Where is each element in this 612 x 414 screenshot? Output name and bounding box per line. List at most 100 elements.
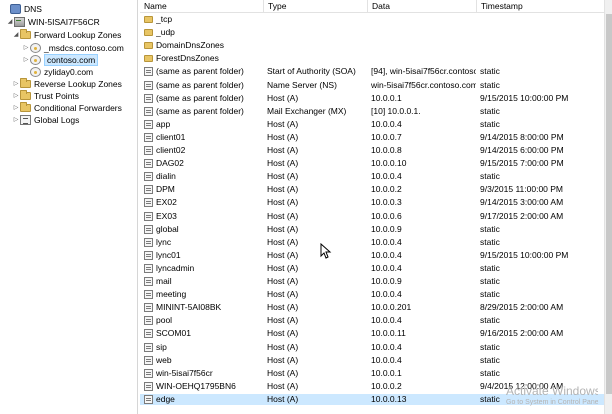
folder-icon bbox=[144, 16, 153, 23]
record-name: lync01 bbox=[156, 249, 181, 260]
record-data: 10.0.0.13 bbox=[371, 393, 407, 404]
table-row[interactable]: win-5isai7f56cr Host (A) 10.0.0.1 static bbox=[140, 368, 612, 379]
dns-record-icon bbox=[144, 342, 153, 352]
record-data: 10.0.0.7 bbox=[371, 131, 402, 142]
table-row[interactable]: _udp bbox=[140, 27, 612, 38]
record-type: Host (A) bbox=[267, 158, 299, 169]
record-timestamp: static bbox=[480, 262, 500, 273]
record-name: client01 bbox=[156, 131, 186, 142]
table-row[interactable]: (same as parent folder) Mail Exchanger (M… bbox=[140, 106, 612, 117]
tree-item[interactable]: ◢ Forward Lookup Zones bbox=[12, 28, 121, 41]
table-row[interactable]: EX03 Host (A) 10.0.0.6 9/17/2015 2:00:00 AM bbox=[140, 211, 612, 222]
table-row[interactable]: client01 Host (A) 10.0.0.7 9/14/2015 8:00:0… bbox=[140, 132, 612, 143]
table-row[interactable]: (same as parent folder) Host (A) 10.0.0.1 9… bbox=[140, 93, 612, 104]
zone-icon bbox=[30, 54, 41, 65]
folder-icon bbox=[20, 78, 31, 88]
table-row[interactable]: DPM Host (A) 10.0.0.2 9/3/2015 11:00:00 PM bbox=[140, 184, 612, 195]
record-timestamp: static bbox=[480, 393, 500, 404]
record-data: 10.0.0.9 bbox=[371, 223, 402, 234]
table-row[interactable]: lync Host (A) 10.0.0.4 static bbox=[140, 237, 612, 248]
expand-arrow-icon[interactable]: ▷ bbox=[12, 113, 20, 126]
table-row[interactable]: meeting Host (A) 10.0.0.4 static bbox=[140, 289, 612, 300]
expand-arrow-icon[interactable]: ◢ bbox=[12, 28, 20, 41]
table-row[interactable]: EX02 Host (A) 10.0.0.3 9/14/2015 3:00:00 AM bbox=[140, 197, 612, 208]
record-timestamp: 8/29/2015 2:00:00 AM bbox=[480, 302, 564, 313]
vertical-scrollbar[interactable] bbox=[604, 0, 612, 414]
table-row[interactable]: MININT-5AI08BK Host (A) 10.0.0.201 8/29/201… bbox=[140, 302, 612, 313]
table-row[interactable]: (same as parent folder) Name Server (NS) w… bbox=[140, 80, 612, 91]
record-data: 10.0.0.4 bbox=[371, 262, 402, 273]
table-row[interactable]: client02 Host (A) 10.0.0.8 9/14/2015 6:00:0… bbox=[140, 145, 612, 156]
record-type: Host (A) bbox=[267, 354, 299, 365]
table-row[interactable]: global Host (A) 10.0.0.9 static bbox=[140, 224, 612, 235]
record-type: Host (A) bbox=[267, 118, 299, 129]
tree-item[interactable]: DNS bbox=[2, 2, 42, 15]
table-row[interactable]: SCOM01 Host (A) 10.0.0.11 9/16/2015 2:00:00… bbox=[140, 328, 612, 339]
table-row[interactable]: WIN-OEHQ1795BN6 Host (A) 10.0.0.2 9/4/2015 … bbox=[140, 381, 612, 392]
column-header-type[interactable]: Type bbox=[264, 0, 368, 13]
scrollbar-thumb[interactable] bbox=[606, 14, 612, 394]
dns-record-icon bbox=[144, 93, 153, 103]
record-type: Host (A) bbox=[267, 197, 299, 208]
record-name: DomainDnsZones bbox=[156, 40, 225, 51]
expand-arrow-icon[interactable]: ◢ bbox=[6, 15, 14, 28]
table-row[interactable]: lync01 Host (A) 10.0.0.4 9/15/2015 10:00:00… bbox=[140, 250, 612, 261]
column-header-name[interactable]: Name bbox=[140, 0, 264, 13]
record-type: Host (A) bbox=[267, 393, 299, 404]
record-type bbox=[267, 53, 367, 64]
record-timestamp: 9/4/2015 12:00:00 AM bbox=[480, 380, 564, 391]
record-type: Host (A) bbox=[267, 171, 299, 182]
table-row[interactable]: pool Host (A) 10.0.0.4 static bbox=[140, 315, 612, 326]
record-name: SCOM01 bbox=[156, 328, 191, 339]
record-type: Host (A) bbox=[267, 236, 299, 247]
tree-item-label: Reverse Lookup Zones bbox=[34, 78, 122, 89]
record-name: (same as parent folder) bbox=[156, 66, 244, 77]
record-timestamp: 9/16/2015 2:00:00 AM bbox=[480, 328, 564, 339]
record-name: (same as parent folder) bbox=[156, 79, 244, 90]
table-row[interactable]: mail Host (A) 10.0.0.9 static bbox=[140, 276, 612, 287]
dns-record-icon bbox=[144, 394, 153, 404]
record-data: 10.0.0.2 bbox=[371, 380, 402, 391]
dns-record-icon bbox=[144, 146, 153, 155]
tree-item[interactable]: ◢ WIN-5ISAI7F56CR bbox=[6, 15, 100, 28]
column-header-timestamp[interactable]: Timestamp bbox=[477, 0, 604, 13]
record-type: Host (A) bbox=[267, 131, 299, 142]
dns-record-icon bbox=[144, 172, 153, 182]
record-type bbox=[267, 14, 367, 25]
folder-icon bbox=[20, 29, 31, 39]
record-type: Host (A) bbox=[267, 328, 299, 339]
record-data: 10.0.0.3 bbox=[371, 197, 402, 208]
tree-item[interactable]: ▷ Global Logs bbox=[12, 113, 79, 126]
record-timestamp: static bbox=[480, 289, 500, 300]
record-name: meeting bbox=[156, 289, 187, 300]
record-timestamp: static bbox=[480, 315, 500, 326]
table-row[interactable]: edge Host (A) 10.0.0.13 static bbox=[140, 393, 612, 405]
tree-item-label: WIN-5ISAI7F56CR bbox=[28, 16, 100, 27]
table-row[interactable]: (same as parent folder) Start of Authorit… bbox=[140, 66, 612, 77]
table-row[interactable]: web Host (A) 10.0.0.4 static bbox=[140, 355, 612, 366]
record-data: 10.0.0.201 bbox=[371, 302, 412, 313]
record-timestamp: static bbox=[480, 354, 500, 365]
log-icon bbox=[20, 114, 31, 125]
record-type: Host (A) bbox=[267, 289, 299, 300]
dns-record-icon bbox=[144, 250, 153, 260]
table-row[interactable]: dialin Host (A) 10.0.0.4 static bbox=[140, 171, 612, 182]
table-row[interactable]: sip Host (A) 10.0.0.4 static bbox=[140, 342, 612, 353]
record-type: Host (A) bbox=[267, 315, 299, 326]
record-data: [10] 10.0.0.1. bbox=[371, 105, 421, 116]
records-list: Name Type Data Timestamp _tcp _udp DomainD… bbox=[140, 0, 612, 414]
zone-icon bbox=[30, 66, 41, 77]
record-name: app bbox=[156, 118, 171, 129]
record-data: win-5isai7f56cr.contoso.com... bbox=[371, 79, 476, 90]
record-name: MININT-5AI08BK bbox=[156, 302, 222, 313]
table-row[interactable]: _tcp bbox=[140, 14, 612, 25]
table-row[interactable]: ForestDnsZones bbox=[140, 53, 612, 64]
table-row[interactable]: DomainDnsZones bbox=[140, 40, 612, 51]
table-row[interactable]: app Host (A) 10.0.0.4 static bbox=[140, 119, 612, 130]
record-type: Host (A) bbox=[267, 276, 299, 286]
record-type: Host (A) bbox=[267, 262, 299, 273]
table-row[interactable]: DAG02 Host (A) 10.0.0.10 9/15/2015 7:00:00 … bbox=[140, 158, 612, 169]
record-name: web bbox=[156, 354, 172, 365]
column-header-data[interactable]: Data bbox=[368, 0, 477, 13]
table-row[interactable]: lyncadmin Host (A) 10.0.0.4 static bbox=[140, 263, 612, 274]
